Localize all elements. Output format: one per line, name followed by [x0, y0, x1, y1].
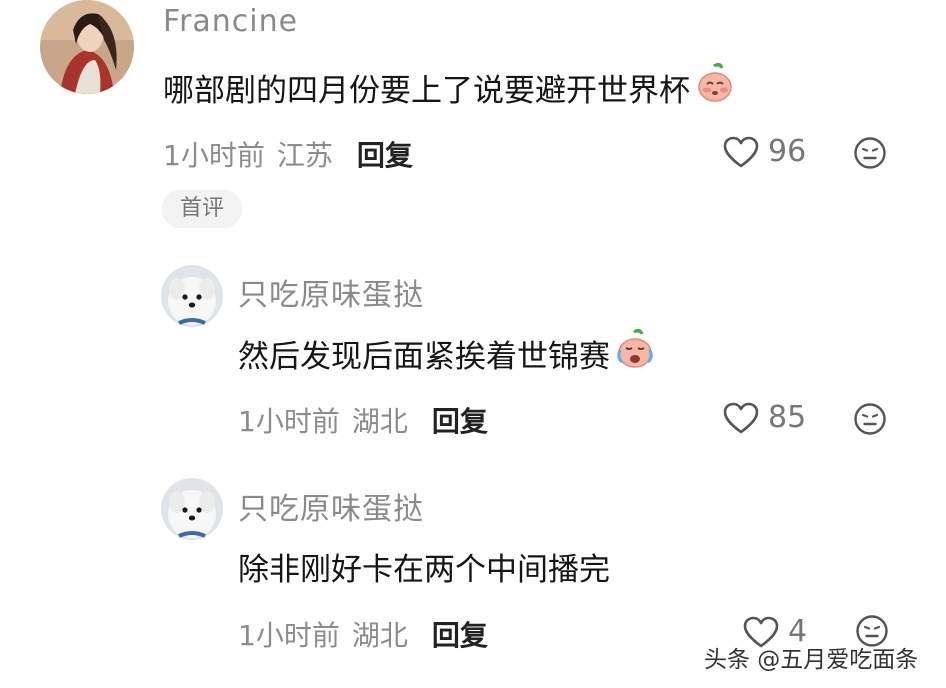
comment-location: 湖北 — [351, 619, 408, 652]
comment-meta: 1小时前 江苏 回复 — [163, 134, 413, 174]
comment-location: 湖北 — [351, 405, 408, 438]
avatar-francine[interactable] — [40, 0, 134, 94]
neutral-face-icon — [854, 137, 886, 169]
dislike-button[interactable] — [853, 402, 887, 440]
comment-text: 哪部剧的四月份要上了说要避开世界杯 — [163, 72, 690, 109]
comment-username[interactable]: 只吃原味蛋挞 — [238, 270, 424, 314]
like-count: 85 — [768, 400, 807, 435]
comment-time: 1小时前 — [238, 619, 340, 652]
like-count: 96 — [768, 134, 807, 169]
reply-button[interactable]: 回复 — [357, 134, 413, 174]
neutral-face-icon — [854, 403, 886, 435]
comment-time: 1小时前 — [238, 405, 340, 438]
avatar-reply-user[interactable] — [161, 265, 223, 327]
comment-text: 然后发现后面紧挨着世锦赛 — [238, 338, 610, 375]
comment-meta: 1小时前 湖北 回复 — [238, 400, 488, 440]
like-button[interactable]: 85 — [722, 400, 806, 435]
heart-outline-icon — [723, 402, 759, 433]
reply-button[interactable]: 回复 — [432, 614, 488, 654]
comment-username[interactable]: Francine — [163, 4, 298, 39]
peach-shy-emoji — [694, 62, 736, 112]
comment-time: 1小时前 — [163, 139, 265, 172]
first-comment-badge: 首评 — [162, 190, 243, 228]
comment-content: 然后发现后面紧挨着世锦赛 — [238, 328, 656, 378]
comment-location: 江苏 — [276, 139, 333, 172]
heart-outline-icon — [723, 136, 759, 167]
avatar-reply-user[interactable] — [161, 478, 223, 540]
comment-content: 哪部剧的四月份要上了说要避开世界杯 — [163, 62, 736, 112]
peach-cry-emoji — [614, 328, 656, 378]
like-button[interactable]: 96 — [722, 134, 806, 169]
dislike-button[interactable] — [853, 136, 887, 174]
comment-meta: 1小时前 湖北 回复 — [238, 614, 488, 654]
comment-username[interactable]: 只吃原味蛋挞 — [238, 484, 424, 528]
comment-text: 除非刚好卡在两个中间播完 — [238, 552, 610, 588]
reply-button[interactable]: 回复 — [432, 400, 488, 440]
comment-content: 除非刚好卡在两个中间播完 — [238, 544, 610, 589]
watermark: 头条 @五月爱吃面条 — [704, 647, 919, 673]
